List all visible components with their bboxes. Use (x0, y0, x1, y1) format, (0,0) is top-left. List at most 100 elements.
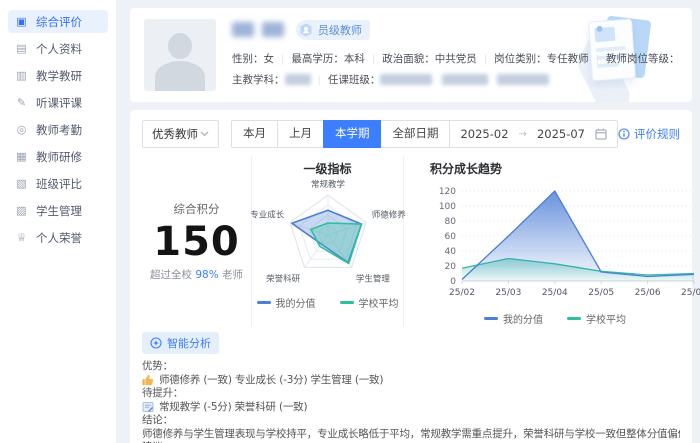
svg-text:100: 100 (439, 202, 456, 212)
chevron-down-icon (200, 131, 209, 137)
trend-legend: 我的分值 学校平均 (430, 311, 680, 326)
honor-icon: ♕ (15, 231, 28, 244)
sidebar-item-label: 教师考勤 (36, 122, 82, 138)
svg-text:荣誉科研: 荣誉科研 (266, 274, 301, 285)
sidebar-item-comprehensive-evaluation[interactable]: ▣ 综合评价 (8, 10, 108, 33)
sidebar-item-lesson-observation[interactable]: ✎ 听课评课 (8, 91, 108, 114)
svg-text:25/05: 25/05 (588, 288, 614, 298)
rules-info-icon (618, 128, 630, 140)
student-management-icon: ▨ (15, 204, 28, 217)
evaluation-card: 优秀教师 本月 上月 本学期 全部日期 2025-02 → 2025-07 (130, 110, 692, 443)
svg-text:25/04: 25/04 (542, 288, 568, 298)
filter-bar: 优秀教师 本月 上月 本学期 全部日期 2025-02 → 2025-07 (142, 120, 680, 148)
analysis-conclusion-text: 师德修养与学生管理表现与学校持平，专业成长略低于平均，常规教学需重点提升，荣誉科… (142, 428, 680, 442)
profile-details: 员级教师 性别：女最高学历：本科政治面貌：中共党员岗位类别：专任教师教师岗位等级… (232, 19, 678, 91)
svg-text:120: 120 (439, 187, 456, 197)
medal-icon (298, 22, 314, 38)
evaluation-rules-link[interactable]: 评价规则 (618, 126, 680, 142)
svg-text:常规教学: 常规教学 (310, 179, 345, 190)
trend-chart-title: 积分成长趋势 (430, 160, 502, 177)
radar-chart-title: 一级指标 (303, 160, 351, 177)
sidebar-item-personal-honors[interactable]: ♕ 个人荣誉 (8, 226, 108, 249)
percentile-value: 98% (195, 269, 218, 281)
svg-text:0: 0 (450, 277, 456, 287)
teacher-profile-card: 员级教师 性别：女最高学历：本科政治面貌：中共党员岗位类别：专任教师教师岗位等级… (130, 8, 692, 102)
sidebar-item-personal-profile[interactable]: ▤ 个人资料 (8, 37, 108, 60)
score-label: 综合积分 (174, 201, 220, 217)
score-value: 150 (153, 221, 240, 263)
lesson-observation-icon: ✎ (15, 96, 28, 109)
field-main-subject: 主教学科： (232, 70, 311, 90)
analysis-improve-label: 待提升： (142, 387, 680, 401)
sidebar-item-label: 教师研修 (36, 149, 82, 165)
teacher-rank-badge: 员级教师 (296, 20, 370, 40)
teacher-type-select[interactable]: 优秀教师 (142, 120, 219, 148)
sidebar-item-teaching-research[interactable]: ▥ 教学教研 (8, 64, 108, 87)
smart-analysis-badge: 智能分析 (142, 332, 219, 354)
overall-score-panel: 综合积分 150 超过全校 98% 老师 (142, 156, 252, 326)
memo-icon (142, 401, 154, 413)
svg-text:60: 60 (445, 232, 457, 242)
field-position-grade: 教师岗位等级： (589, 49, 678, 70)
sidebar-item-teacher-attendance[interactable]: ◎ 教师考勤 (8, 118, 108, 141)
date-end: 2025-07 (537, 127, 585, 141)
analysis-improve-line: 常规教学 (-5分) 荣誉科研 (一致) (142, 401, 680, 415)
analysis-conclusion-label: 结论： (142, 414, 680, 428)
comprehensive-evaluation-icon: ▣ (15, 15, 28, 28)
sidebar-item-label: 听课评课 (36, 95, 82, 111)
profile-info-row-2: 主教学科：任课班级： (232, 70, 678, 91)
radar-legend: 我的分值 学校平均 (257, 295, 399, 310)
legend-school-average[interactable]: 学校平均 (340, 295, 399, 310)
main-area: 员级教师 性别：女最高学历：本科政治面貌：中共党员岗位类别：专任教师教师岗位等级… (116, 0, 700, 443)
sidebar-item-label: 个人荣誉 (36, 230, 82, 246)
svg-text:学生管理: 学生管理 (355, 274, 390, 285)
range-button-this-semester[interactable]: 本学期 (323, 120, 382, 148)
avatar (144, 19, 216, 91)
smart-analysis-section: 智能分析 优势： 师德修养 (一致) 专业成长 (-3分) 学生管理 (一致) … (142, 332, 680, 443)
sidebar-item-class-comparison[interactable]: ▧ 班级评比 (8, 172, 108, 195)
sidebar-item-label: 综合评价 (36, 14, 82, 30)
field-political-status: 政治面貌：中共党员 (365, 49, 477, 70)
sidebar-item-teacher-training[interactable]: ▦ 教师研修 (8, 145, 108, 168)
sidebar-item-label: 学生管理 (36, 203, 82, 219)
legend-my-score[interactable]: 我的分值 (484, 311, 543, 326)
app-window: ▣ 综合评价 ▤ 个人资料 ▥ 教学教研 ✎ 听课评课 ◎ 教师考勤 ▦ 教师研… (0, 0, 700, 443)
ai-sparkle-icon (150, 337, 162, 349)
score-percentile-note: 超过全校 98% 老师 (150, 267, 243, 282)
range-button-all-dates[interactable]: 全部日期 (380, 120, 450, 148)
svg-text:专业成长: 专业成长 (250, 209, 285, 220)
sidebar: ▣ 综合评价 ▤ 个人资料 ▥ 教学教研 ✎ 听课评课 ◎ 教师考勤 ▦ 教师研… (0, 0, 116, 443)
thumbs-up-icon (142, 374, 154, 386)
legend-my-score[interactable]: 我的分值 (257, 295, 316, 310)
training-icon: ▦ (15, 150, 28, 163)
sidebar-item-student-management[interactable]: ▨ 学生管理 (8, 199, 108, 222)
profile-icon: ▤ (15, 42, 28, 55)
calendar-icon (595, 128, 607, 140)
radar-panel: 一级指标 常规教学师德修养学生管理荣誉科研专业成长 我的分值 学校平均 (252, 156, 404, 326)
radar-chart[interactable]: 常规教学师德修养学生管理荣誉科研专业成长 (253, 177, 403, 291)
sidebar-item-label: 班级评比 (36, 176, 82, 192)
profile-info-row-1: 性别：女最高学历：本科政治面貌：中共党员岗位类别：专任教师教师岗位等级： (232, 49, 678, 70)
field-gender: 性别：女 (232, 49, 274, 69)
svg-text:40: 40 (445, 247, 457, 257)
analysis-strengths-line: 师德修养 (一致) 专业成长 (-3分) 学生管理 (一致) (142, 374, 680, 388)
sidebar-item-label: 教学教研 (36, 68, 82, 84)
field-position-type: 岗位类别：专任教师 (477, 49, 589, 70)
teacher-name-redacted (232, 22, 284, 38)
attendance-icon: ◎ (15, 123, 28, 136)
svg-text:25/07: 25/07 (681, 288, 700, 298)
range-button-this-month[interactable]: 本月 (231, 120, 278, 148)
sidebar-item-label: 个人资料 (36, 41, 82, 57)
range-button-last-month[interactable]: 上月 (277, 120, 324, 148)
svg-text:25/02: 25/02 (449, 288, 475, 298)
svg-text:25/03: 25/03 (495, 288, 521, 298)
svg-text:20: 20 (445, 262, 457, 272)
svg-text:80: 80 (445, 217, 457, 227)
trend-chart[interactable]: 02040608010012025/0225/0325/0425/0525/06… (430, 177, 700, 311)
date-range-buttons: 本月 上月 本学期 全部日期 2025-02 → 2025-07 (231, 120, 618, 148)
stats-row: 综合积分 150 超过全校 98% 老师 一级指标 常规教学师德修养学生管理荣誉… (142, 156, 680, 326)
legend-school-average[interactable]: 学校平均 (567, 311, 626, 326)
class-comparison-icon: ▧ (15, 177, 28, 190)
date-range-picker[interactable]: 2025-02 → 2025-07 (449, 120, 618, 148)
field-education: 最高学历：本科 (274, 49, 365, 70)
